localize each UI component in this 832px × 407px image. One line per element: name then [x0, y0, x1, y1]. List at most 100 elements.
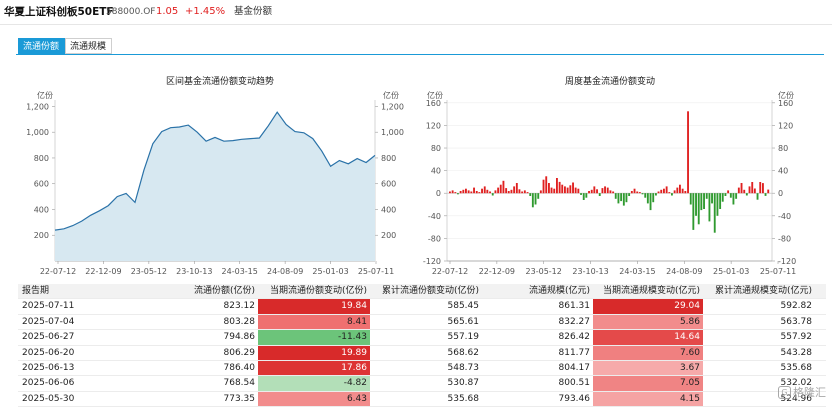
weekly-change-bar: [459, 191, 462, 194]
tab-circulating-shares[interactable]: 流通份额: [18, 38, 65, 54]
shares-cell: 794.86: [223, 332, 256, 343]
shares-cell: 786.40: [223, 362, 256, 373]
period-cell: 2025-06-13: [22, 362, 75, 373]
scale-change-cell: 29.04: [593, 299, 703, 314]
weekly-change-bar: [671, 193, 673, 196]
weekly-change-bar: [505, 188, 508, 194]
y-tick-label-left: -40: [428, 212, 441, 221]
fund-share-tab[interactable]: 基金份额: [234, 0, 272, 24]
x-tick-label: 24-03-15: [619, 267, 655, 276]
weekly-change-bar: [467, 190, 470, 194]
weekly-change-bar: [564, 186, 566, 194]
weekly-change-bar: [534, 193, 537, 205]
col-header-cum-share-change[interactable]: 累计流通份额变动(亿份): [370, 284, 482, 298]
y-tick-label-right: 400: [381, 205, 396, 214]
x-tick-label: 22-07-12: [432, 267, 468, 276]
col-header-share-change[interactable]: 当期流通份额变动(亿份): [258, 284, 370, 298]
weekly-change-bar: [612, 191, 615, 194]
x-tick-label: 25-01-03: [312, 267, 348, 276]
weekly-change-bar: [545, 176, 548, 194]
x-tick-label: 22-12-09: [85, 267, 121, 276]
weekly-change-bar: [767, 189, 770, 194]
weekly-change-bar: [548, 183, 550, 194]
weekly-change-bar: [703, 193, 705, 209]
x-tick-label: 22-12-09: [479, 267, 515, 276]
weekly-change-bar: [708, 193, 711, 222]
weekly-change-bar: [478, 192, 481, 194]
share-change-cell: -11.43: [258, 330, 370, 345]
y-tick-label-right: 1,200: [381, 102, 404, 111]
scale-cell: 861.31: [558, 301, 591, 312]
weekly-change-bar: [620, 193, 623, 202]
scale-cell: 811.77: [558, 347, 591, 358]
weekly-change-bar: [574, 187, 577, 194]
share-table: 报告期 流通份额(亿份) 当期流通份额变动(亿份) 累计流通份额变动(亿份) 流…: [18, 284, 826, 407]
weekly-change-bar: [692, 193, 695, 230]
cum-share-change-cell: 565.61: [447, 316, 480, 327]
weekly-change-bar: [735, 193, 738, 199]
tab-circulating-scale[interactable]: 流通规模: [65, 38, 112, 54]
weekly-change-bar: [729, 193, 732, 198]
weekly-change-bar: [652, 193, 655, 203]
weekly-change-bar: [486, 189, 489, 194]
col-header-scale-change[interactable]: 当期流通规模变动(亿元): [593, 284, 703, 298]
weekly-change-bar: [655, 193, 657, 196]
weekly-change-bar: [556, 178, 558, 194]
table-row: 2025-07-04 803.28 8.41 565.61 832.27 5.86 563.…: [18, 314, 826, 331]
weekly-change-bar: [697, 193, 700, 225]
y-tick-label-right: 40: [778, 167, 788, 176]
weekly-change-bar: [558, 181, 561, 194]
y-tick-label-right: 0: [778, 189, 783, 198]
weekly-change-bar: [633, 188, 636, 194]
weekly-change-bar: [740, 183, 743, 194]
weekly-change-bar: [580, 193, 582, 195]
table-row: 2025-06-27 794.86 -11.43 557.19 826.42 14.64 5…: [18, 330, 826, 346]
weekly-change-bar: [523, 190, 526, 194]
y-tick-label-left: 80: [431, 144, 441, 153]
fund-name: 华夏上证科创板50ETF: [4, 6, 114, 18]
y-tick-label-left: 600: [34, 180, 49, 189]
weekly-change-bar: [470, 191, 473, 194]
weekly-change-bar: [561, 184, 564, 194]
table-row: 2025-07-11 823.12 19.84 585.45 861.31 29.04 59…: [18, 299, 826, 315]
weekly-change-bar: [687, 111, 689, 194]
weekly-change-bar: [451, 190, 454, 194]
col-header-cum-scale-change[interactable]: 累计流通规模变动(亿元): [703, 284, 815, 298]
x-tick-label: 22-07-12: [40, 267, 76, 276]
fund-code: 588000.OF: [106, 7, 156, 17]
cum-share-change-cell: 585.45: [447, 301, 480, 312]
scale-change-cell: 7.05: [593, 376, 703, 391]
period-cell: 2025-06-06: [22, 378, 75, 389]
period-cell: 2025-07-11: [22, 301, 75, 312]
weekly-change-bar: [481, 188, 483, 194]
y-tick-label-right: 200: [381, 231, 396, 240]
weekly-change-bar: [473, 187, 475, 194]
shares-cell: 768.54: [223, 378, 256, 389]
weekly-change-bar: [681, 188, 684, 194]
weekly-change-bar: [569, 185, 572, 194]
weekly-change-bar: [676, 187, 679, 194]
shares-cell: 806.29: [223, 347, 256, 358]
weekly-change-bar: [526, 192, 529, 194]
weekly-change-bar: [475, 191, 478, 194]
y-tick-label-left: 40: [431, 167, 441, 176]
weekly-change-bar: [638, 192, 641, 194]
y-tick-label-right: -80: [778, 234, 791, 243]
cum-share-change-cell: 530.87: [447, 378, 480, 389]
col-header-scale[interactable]: 流通规模(亿元): [482, 284, 593, 298]
y-tick-label-left: 160: [426, 99, 441, 108]
weekly-change-bar: [628, 193, 631, 196]
weekly-change-bar: [751, 182, 754, 194]
weekly-change-bar: [596, 189, 598, 194]
cum-scale-change-cell: 557.92: [780, 332, 813, 343]
weekly-change-bar: [572, 182, 574, 194]
weekly-change-bar: [657, 191, 660, 194]
weekly-change-bar: [457, 193, 459, 195]
weekly-change-bar: [515, 183, 518, 194]
tab-underline: [16, 54, 824, 55]
y-tick-label-right: 1,000: [381, 128, 404, 137]
col-header-period[interactable]: 报告期: [18, 284, 106, 298]
fund-header: 华夏上证科创板50ETF 588000.OF 1.05 +1.45% 基金份额: [0, 0, 832, 25]
weekly-change-bar: [510, 189, 513, 194]
col-header-shares[interactable]: 流通份额(亿份): [173, 284, 258, 298]
